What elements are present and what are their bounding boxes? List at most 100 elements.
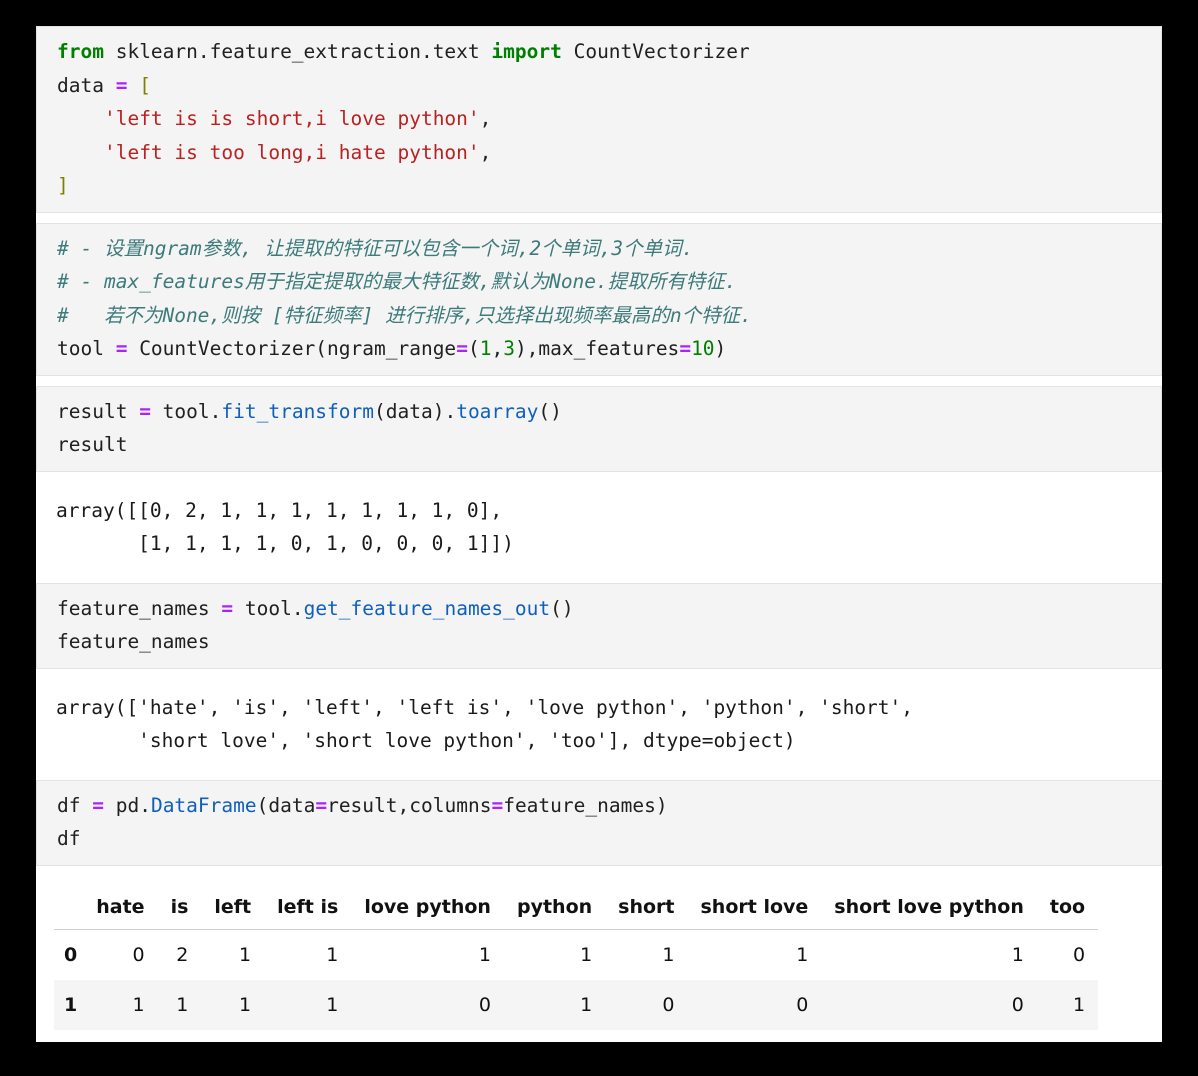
token-op: = <box>116 74 128 97</box>
token-pln: tool <box>57 337 116 360</box>
token-pln: , <box>491 337 503 360</box>
column-header-7: short love <box>688 890 822 930</box>
table-cell: 0 <box>605 980 687 1030</box>
table-cell: 1 <box>201 929 264 980</box>
token-pln: feature_names <box>57 597 221 620</box>
table-cell: 1 <box>264 980 351 1030</box>
token-fn: fit_transform <box>221 400 374 423</box>
token-pln: feature_names <box>57 630 210 653</box>
code-text: from sklearn.feature_extraction.text imp… <box>57 35 1151 203</box>
token-pln: tool. <box>151 400 221 423</box>
table-cell: 1 <box>351 929 504 980</box>
table-cell: 1 <box>158 980 202 1030</box>
code-text: # - 设置ngram参数, 让提取的特征可以包含一个词,2个单词,3个单词. … <box>57 232 1151 366</box>
token-pln <box>57 141 104 164</box>
token-op: = <box>116 337 128 360</box>
token-fn: get_feature_names_out <box>304 597 551 620</box>
table-cell: 0 <box>688 980 822 1030</box>
token-kw: from <box>57 40 104 63</box>
token-brk: [ <box>139 74 151 97</box>
token-op: = <box>679 337 691 360</box>
token-cmt: # - max_features用于指定提取的最大特征数,默认为None.提取所… <box>57 270 737 293</box>
dataframe-table: hateisleftleft islove pythonpythonshorts… <box>54 890 1098 1030</box>
token-op: = <box>221 597 233 620</box>
dataframe-cell[interactable]: df = pd.DataFrame(data=result,columns=fe… <box>36 780 1162 866</box>
table-header-row: hateisleftleft islove pythonpythonshorts… <box>54 890 1098 930</box>
table-row: 00211111110 <box>54 929 1098 980</box>
countvectorizer-config-cell[interactable]: # - 设置ngram参数, 让提取的特征可以包含一个词,2个单词,3个单词. … <box>36 223 1162 376</box>
token-num: 3 <box>503 337 515 360</box>
token-pln <box>57 107 104 130</box>
token-pln <box>127 74 139 97</box>
token-pln: data <box>57 74 116 97</box>
result-array-output: array([[0, 2, 1, 1, 1, 1, 1, 1, 1, 0], [… <box>36 482 1162 575</box>
token-pln: (data <box>257 794 316 817</box>
token-pln: ) <box>715 337 727 360</box>
table-cell: 0 <box>821 980 1037 1030</box>
token-pln: pd. <box>104 794 151 817</box>
token-pln: result <box>57 433 127 456</box>
token-str: 'left is is short,i love python' <box>104 107 480 130</box>
code-text: df = pd.DataFrame(data=result,columns=fe… <box>57 789 1151 856</box>
table-cell: 0 <box>351 980 504 1030</box>
token-kw: import <box>491 40 561 63</box>
fit-transform-cell[interactable]: result = tool.fit_transform(data).toarra… <box>36 386 1162 472</box>
notebook-cell-stack: from sklearn.feature_extraction.text imp… <box>36 26 1162 1040</box>
column-header-9: too <box>1037 890 1098 930</box>
token-pln: feature_names) <box>503 794 667 817</box>
feature-names-cell[interactable]: feature_names = tool.get_feature_names_o… <box>36 583 1162 669</box>
index-column-header <box>54 890 83 930</box>
token-pln: tool. <box>233 597 303 620</box>
table-cell: 0 <box>83 929 157 980</box>
output-text: array(['hate', 'is', 'left', 'left is', … <box>56 691 1152 758</box>
table-cell: 1 <box>201 980 264 1030</box>
table-cell: 0 <box>1037 929 1098 980</box>
notebook-page: from sklearn.feature_extraction.text imp… <box>36 26 1162 1042</box>
output-text: array([[0, 2, 1, 1, 1, 1, 1, 1, 1, 0], [… <box>56 494 1152 561</box>
token-pln: CountVectorizer <box>562 40 750 63</box>
column-header-2: left <box>201 890 264 930</box>
table-cell: 1 <box>504 980 605 1030</box>
import-and-data-cell[interactable]: from sklearn.feature_extraction.text imp… <box>36 26 1162 213</box>
feature-names-output: array(['hate', 'is', 'left', 'left is', … <box>36 679 1162 772</box>
token-pln: (data). <box>374 400 456 423</box>
column-header-1: is <box>158 890 202 930</box>
column-header-0: hate <box>83 890 157 930</box>
token-pln: df <box>57 827 80 850</box>
column-header-4: love python <box>351 890 504 930</box>
table-cell: 1 <box>605 929 687 980</box>
token-op: = <box>456 337 468 360</box>
token-fn: DataFrame <box>151 794 257 817</box>
code-text: result = tool.fit_transform(data).toarra… <box>57 395 1151 462</box>
row-index-label: 1 <box>54 980 83 1030</box>
table-cell: 1 <box>821 929 1037 980</box>
code-text: feature_names = tool.get_feature_names_o… <box>57 592 1151 659</box>
table-row: 11111010001 <box>54 980 1098 1030</box>
token-pln: CountVectorizer(ngram_range <box>127 337 456 360</box>
token-pln: , <box>480 141 492 164</box>
token-cmt: # 若不为None,则按 [特征频率] 进行排序,只选择出现频率最高的n个特征. <box>57 304 752 327</box>
row-index-label: 0 <box>54 929 83 980</box>
token-num: 1 <box>480 337 492 360</box>
token-op: = <box>491 794 503 817</box>
token-fn: toarray <box>456 400 538 423</box>
token-pln: () <box>538 400 561 423</box>
table-cell: 2 <box>158 929 202 980</box>
column-header-5: python <box>504 890 605 930</box>
token-pln: ( <box>468 337 480 360</box>
token-pln: df <box>57 794 92 817</box>
token-op: = <box>315 794 327 817</box>
token-num: 10 <box>691 337 714 360</box>
token-pln: , <box>480 107 492 130</box>
dataframe-output: hateisleftleft islove pythonpythonshorts… <box>36 876 1162 1040</box>
token-str: 'left is too long,i hate python' <box>104 141 480 164</box>
table-cell: 1 <box>688 929 822 980</box>
token-pln: sklearn.feature_extraction.text <box>104 40 491 63</box>
token-brk: ] <box>57 174 69 197</box>
table-cell: 1 <box>504 929 605 980</box>
token-cmt: # - 设置ngram参数, 让提取的特征可以包含一个词,2个单词,3个单词. <box>57 237 693 260</box>
column-header-3: left is <box>264 890 351 930</box>
table-cell: 1 <box>264 929 351 980</box>
token-pln: result <box>57 400 139 423</box>
table-cell: 1 <box>83 980 157 1030</box>
